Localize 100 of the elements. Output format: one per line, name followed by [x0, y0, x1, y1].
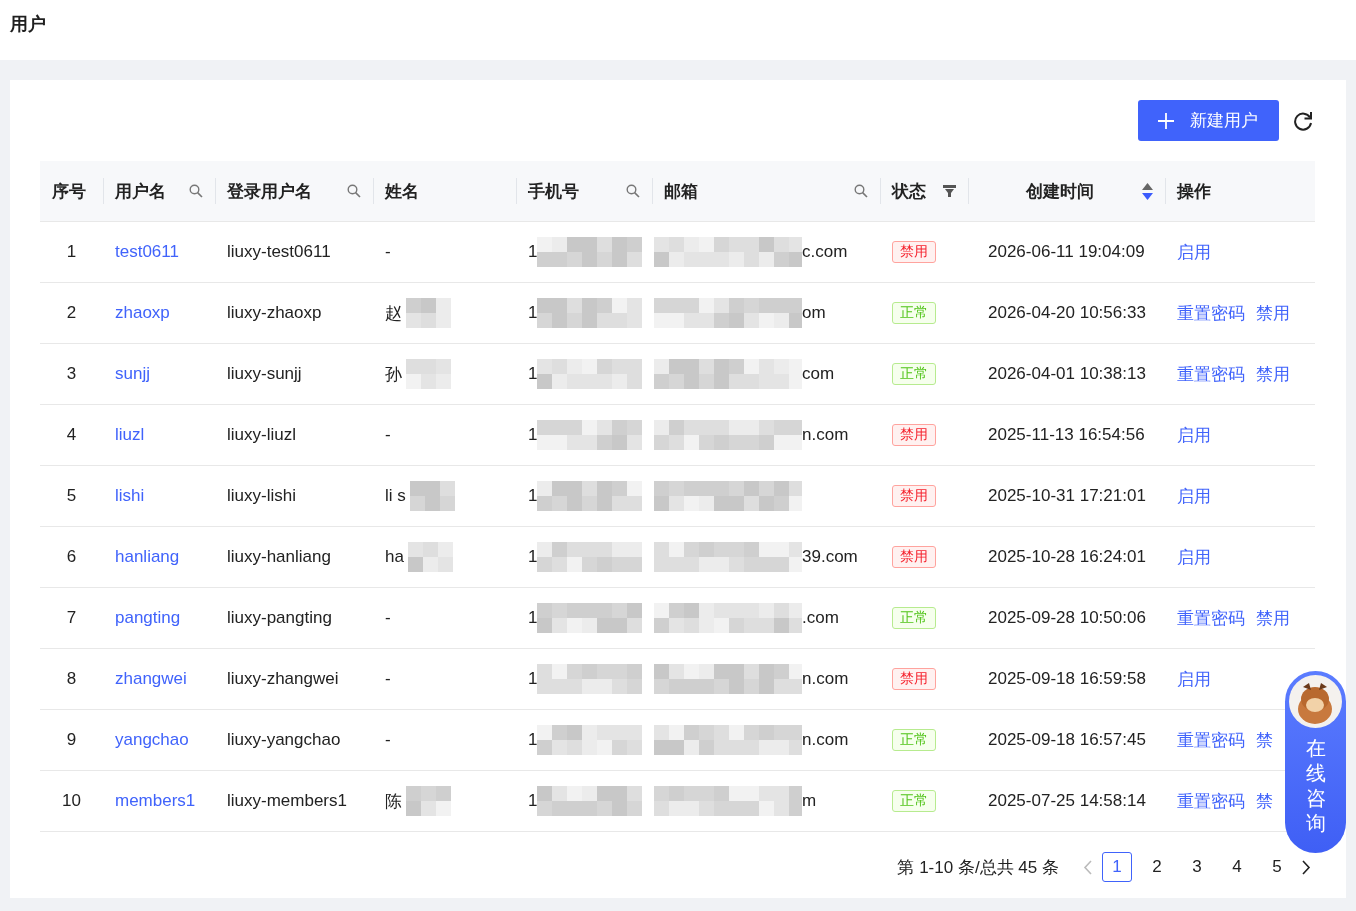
text-cell: c.com [802, 242, 848, 262]
login-name-cell: liuxy-lishi [215, 465, 373, 527]
index-cell: 6 [40, 526, 103, 588]
redaction-mosaic-drawing [406, 298, 451, 328]
page-button[interactable]: 4 [1222, 852, 1252, 882]
login-name-cell: liuxy-sunjj [215, 343, 373, 405]
text-cell: n.com [802, 730, 849, 750]
text-cell: - [385, 242, 391, 262]
created-time-cell: 2025-09-28 10:50:06 [968, 587, 1165, 649]
action-link[interactable]: 启用 [1177, 545, 1211, 569]
sort-icon[interactable] [1142, 182, 1153, 200]
action-link[interactable]: 重置密码 [1177, 606, 1245, 630]
action-link[interactable]: 重置密码 [1177, 301, 1245, 325]
status-tag: 正常 [892, 302, 936, 324]
column-header: 用户名 [115, 180, 166, 203]
column-header: 创建时间 [1026, 180, 1094, 203]
created-time-cell: 2026-06-11 19:04:09 [968, 221, 1165, 283]
text-cell: 1 [528, 242, 538, 262]
created-time-cell: 2025-11-13 16:54:56 [968, 404, 1165, 466]
created-time-cell: 2025-07-25 14:58:14 [968, 770, 1165, 832]
column-header: 手机号 [528, 180, 579, 203]
redaction-mosaic-drawing [407, 542, 453, 572]
search-icon[interactable] [347, 184, 361, 198]
action-link[interactable]: 禁用 [1256, 362, 1290, 386]
text-cell: 1 [528, 791, 538, 811]
index-cell: 5 [40, 465, 103, 527]
new-user-button[interactable]: 新建用户 [1138, 100, 1279, 141]
created-time-cell: 2025-09-18 16:59:58 [968, 648, 1165, 710]
search-icon[interactable] [854, 184, 868, 198]
action-link[interactable]: 禁 [1256, 728, 1273, 752]
text-cell: 1 [528, 303, 538, 323]
username-link[interactable]: yangchao [115, 730, 189, 749]
page-button[interactable]: 3 [1182, 852, 1212, 882]
refresh-icon[interactable] [1293, 110, 1313, 131]
created-time-cell: 2025-10-31 17:21:01 [968, 465, 1165, 527]
username-link[interactable]: members1 [115, 791, 196, 810]
online-consult-button[interactable]: 在线咨询 [1285, 671, 1346, 853]
filter-icon[interactable] [943, 184, 956, 198]
redaction-mosaic-drawing [409, 481, 455, 511]
login-name-cell: liuxy-pangting [215, 587, 373, 649]
action-link[interactable]: 启用 [1177, 240, 1211, 264]
username-link[interactable]: lishi [115, 486, 145, 505]
text-cell: 1 [528, 730, 538, 750]
status-tag: 禁用 [892, 668, 936, 690]
action-link[interactable]: 启用 [1177, 423, 1211, 447]
login-name-cell: liuxy-hanliang [215, 526, 373, 588]
column-header: 邮箱 [664, 180, 698, 203]
status-tag: 正常 [892, 363, 936, 385]
action-link[interactable]: 重置密码 [1177, 362, 1245, 386]
username-link[interactable]: liuzl [115, 425, 145, 444]
text-cell: 1 [528, 608, 538, 628]
status-tag: 禁用 [892, 241, 936, 263]
redaction-mosaic-drawing [406, 786, 451, 816]
column-header: 登录用户名 [227, 180, 312, 203]
text-cell: - [385, 608, 391, 628]
action-link[interactable]: 重置密码 [1177, 789, 1245, 813]
created-time-cell: 2026-04-01 10:38:13 [968, 343, 1165, 405]
text-cell-text: 陈 [385, 790, 402, 813]
text-cell: - [385, 425, 391, 445]
status-tag: 正常 [892, 729, 936, 751]
action-link[interactable]: 禁用 [1256, 606, 1290, 630]
action-link[interactable]: 禁用 [1256, 301, 1290, 325]
text-cell: 1 [528, 425, 538, 445]
column-header: 姓名 [385, 180, 419, 203]
index-cell: 10 [40, 770, 103, 832]
username-link[interactable]: test0611 [115, 242, 179, 261]
status-tag: 禁用 [892, 424, 936, 446]
next-page-icon[interactable] [1302, 859, 1311, 875]
action-link[interactable]: 启用 [1177, 667, 1211, 691]
page-title: 用户 [10, 14, 46, 34]
text-cell: 1 [528, 547, 538, 567]
username-link[interactable]: zhangwei [115, 669, 187, 688]
page-button[interactable]: 2 [1142, 852, 1172, 882]
login-name-cell: liuxy-zhangwei [215, 648, 373, 710]
search-icon[interactable] [626, 184, 640, 198]
mascot-avatar-icon [1289, 675, 1342, 728]
column-header: 操作 [1177, 180, 1211, 203]
page-button[interactable]: 5 [1262, 852, 1292, 882]
status-tag: 禁用 [892, 546, 936, 568]
index-cell: 4 [40, 404, 103, 466]
index-cell: 1 [40, 221, 103, 283]
search-icon[interactable] [189, 184, 203, 198]
index-cell: 9 [40, 709, 103, 771]
pagination-summary: 第 1-10 条/总共 45 条 [897, 856, 1059, 879]
text-cell: n.com [802, 669, 849, 689]
status-tag: 正常 [892, 607, 936, 629]
page-button[interactable]: 1 [1102, 852, 1132, 882]
username-link[interactable]: pangting [115, 608, 181, 627]
created-time-cell: 2025-10-28 16:24:01 [968, 526, 1165, 588]
action-link[interactable]: 启用 [1177, 484, 1211, 508]
text-cell: - [385, 669, 391, 689]
text-cell: ha [385, 547, 404, 567]
username-link[interactable]: sunjj [115, 364, 150, 383]
column-header: 状态 [892, 180, 926, 203]
text-cell: .com [802, 608, 839, 628]
username-link[interactable]: zhaoxp [115, 303, 170, 322]
action-link[interactable]: 重置密码 [1177, 728, 1245, 752]
username-link[interactable]: hanliang [115, 547, 180, 566]
redaction-mosaic-drawing [406, 359, 451, 389]
action-link[interactable]: 禁 [1256, 789, 1273, 813]
